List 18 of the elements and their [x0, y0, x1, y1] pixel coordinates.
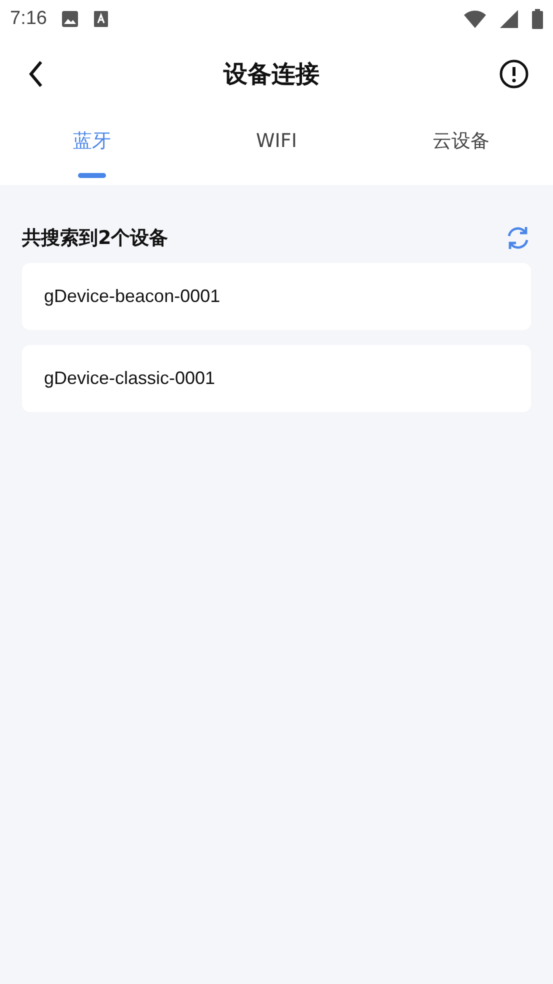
refresh-button[interactable] [505, 225, 531, 251]
wifi-icon [464, 10, 486, 28]
image-icon [60, 10, 79, 28]
tab[interactable]: 蓝牙 [0, 110, 184, 185]
battery-icon [532, 9, 543, 29]
back-button[interactable] [28, 60, 44, 88]
results-heading: 共搜索到2个设备 [22, 226, 168, 251]
page-title: 设备连接 [224, 59, 320, 90]
device-item[interactable]: gDevice-classic-0001 [22, 345, 531, 412]
app-icon [92, 10, 109, 28]
status-time: 7:16 [10, 8, 47, 30]
device-item[interactable]: gDevice-beacon-0001 [22, 263, 531, 330]
info-button[interactable] [499, 59, 529, 89]
tab[interactable]: WIFI [184, 110, 369, 185]
device-name: gDevice-classic-0001 [44, 368, 216, 389]
tab[interactable]: 云设备 [368, 110, 553, 185]
device-name: gDevice-beacon-0001 [44, 286, 220, 307]
signal-icon [500, 10, 518, 28]
